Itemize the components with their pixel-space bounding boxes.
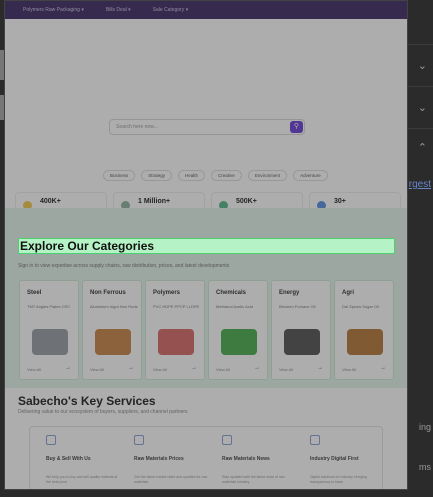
nav-item[interactable]: Polymers Raw Packaging ▾ — [23, 7, 84, 13]
top-nav: Polymers Raw Packaging ▾ Bills Deal ▾ Sa… — [5, 1, 407, 19]
service-item[interactable]: Industry Digital First Digital solutions … — [294, 427, 382, 489]
view-all-link[interactable]: View All — [342, 367, 356, 372]
stat-value: 400K+ — [40, 198, 61, 205]
categories-subtitle: Sign in to view expertise across supply … — [18, 263, 230, 269]
arrow-right-icon[interactable]: → — [128, 365, 134, 371]
card-title: Polymers — [153, 290, 181, 296]
background-text: ms — [419, 462, 431, 472]
cart-icon — [46, 435, 56, 445]
nav-item[interactable]: Sale Category ▾ — [153, 7, 189, 13]
service-desc: Get the latest market rates and updates … — [134, 475, 208, 484]
card-subitems: PVC HDPE PPCP LLDPE — [153, 304, 200, 309]
search-box[interactable]: Search here now... ⚲ — [109, 119, 305, 135]
service-item[interactable]: Raw Materials Prices Get the latest marke… — [118, 427, 208, 489]
category-card-energy[interactable]: Energy Bitumen Furnace Oil View All → — [271, 280, 331, 380]
news-icon — [222, 435, 232, 445]
card-title: Energy — [279, 290, 300, 296]
background-text: ing — [418, 422, 431, 432]
card-subitems: TMT Angles Plates CRC — [27, 304, 71, 309]
card-title: Chemicals — [216, 290, 247, 296]
nav-item[interactable]: Bills Deal ▾ — [106, 7, 131, 13]
service-title: Buy & Sell With Us — [46, 456, 91, 462]
topic-pill[interactable]: Adventure — [293, 170, 328, 181]
service-title: Raw Materials News — [222, 456, 270, 462]
chevron-down-icon: ⌄ — [417, 102, 427, 114]
card-title: Steel — [27, 290, 42, 296]
topic-pill[interactable]: Environment — [247, 170, 288, 181]
services-grid: Buy & Sell With Us We help you to buy and… — [29, 426, 383, 489]
arrow-right-icon[interactable]: → — [317, 365, 323, 371]
service-desc: Stay updated with the latest news of raw… — [222, 475, 285, 484]
chevron-up-icon: ⌃ — [417, 142, 427, 154]
view-all-link[interactable]: View All — [27, 367, 41, 372]
polymers-image — [158, 329, 194, 355]
categories-title: Explore Our Categories — [18, 238, 395, 254]
card-subitems: Bitumen Furnace Oil — [279, 304, 316, 309]
arrow-right-icon[interactable]: → — [254, 365, 260, 371]
stat-value: 1 Million+ — [138, 198, 171, 205]
category-card-polymers[interactable]: Polymers PVC HDPE PPCP LLDPE View All → — [145, 280, 205, 380]
price-tag-icon — [134, 435, 144, 445]
view-all-link[interactable]: View All — [279, 367, 293, 372]
topic-pill[interactable]: Strategy — [141, 170, 173, 181]
search-icon[interactable]: ⚲ — [290, 121, 303, 133]
category-card-chemicals[interactable]: Chemicals Methanol Acetic Acid View All → — [208, 280, 268, 380]
background-link[interactable]: rgest — [409, 179, 431, 190]
view-all-link[interactable]: View All — [153, 367, 167, 372]
category-card-agri[interactable]: Agri Dal Spices Sugar Oil View All → — [334, 280, 394, 380]
view-all-link[interactable]: View All — [90, 367, 104, 372]
non-ferrous-image — [95, 329, 131, 355]
services-title: Sabecho's Key Services — [18, 394, 156, 408]
topic-pill[interactable]: Business — [103, 170, 136, 181]
steel-image — [32, 329, 68, 355]
chevron-down-icon: ⌄ — [417, 60, 427, 72]
service-desc: We help you to buy and sell quality mate… — [46, 475, 118, 484]
arrow-right-icon[interactable]: → — [65, 365, 71, 371]
agri-image — [347, 329, 383, 355]
card-subitems: Dal Spices Sugar Oil — [342, 304, 379, 309]
services-subtitle: Delivering value to our ecosystem of buy… — [18, 409, 188, 415]
hero-section: Search here now... ⚲ Business Strategy H… — [5, 19, 407, 219]
topic-pills: Business Strategy Health Creative Enviro… — [103, 170, 328, 181]
view-all-link[interactable]: View All — [216, 367, 230, 372]
service-title: Raw Materials Prices — [134, 456, 184, 462]
category-card-steel[interactable]: Steel TMT Angles Plates CRC View All → — [19, 280, 79, 380]
service-desc: Digital solutions for industry, bringing… — [310, 475, 367, 484]
category-cards: Steel TMT Angles Plates CRC View All → Non … — [19, 280, 394, 380]
service-item[interactable]: Buy & Sell With Us We help you to buy and… — [30, 427, 118, 489]
arrow-right-icon[interactable]: → — [191, 365, 197, 371]
card-subitems: Methanol Acetic Acid — [216, 304, 253, 309]
topic-pill[interactable]: Creative — [211, 170, 242, 181]
stat-value: 30+ — [334, 198, 346, 205]
digital-icon — [310, 435, 320, 445]
topic-pill[interactable]: Health — [178, 170, 206, 181]
card-title: Non Ferrous — [90, 290, 126, 296]
stat-value: 500K+ — [236, 198, 257, 205]
chemicals-image — [221, 329, 257, 355]
service-title: Industry Digital First — [310, 456, 359, 462]
arrow-right-icon[interactable]: → — [380, 365, 386, 371]
energy-image — [284, 329, 320, 355]
card-subitems: Aluminium Ingot Non Rods — [90, 304, 138, 309]
service-item[interactable]: Raw Materials News Stay updated with the … — [206, 427, 294, 489]
category-card-non-ferrous[interactable]: Non Ferrous Aluminium Ingot Non Rods View … — [82, 280, 142, 380]
search-input[interactable]: Search here now... — [116, 124, 158, 130]
card-title: Agri — [342, 290, 354, 296]
